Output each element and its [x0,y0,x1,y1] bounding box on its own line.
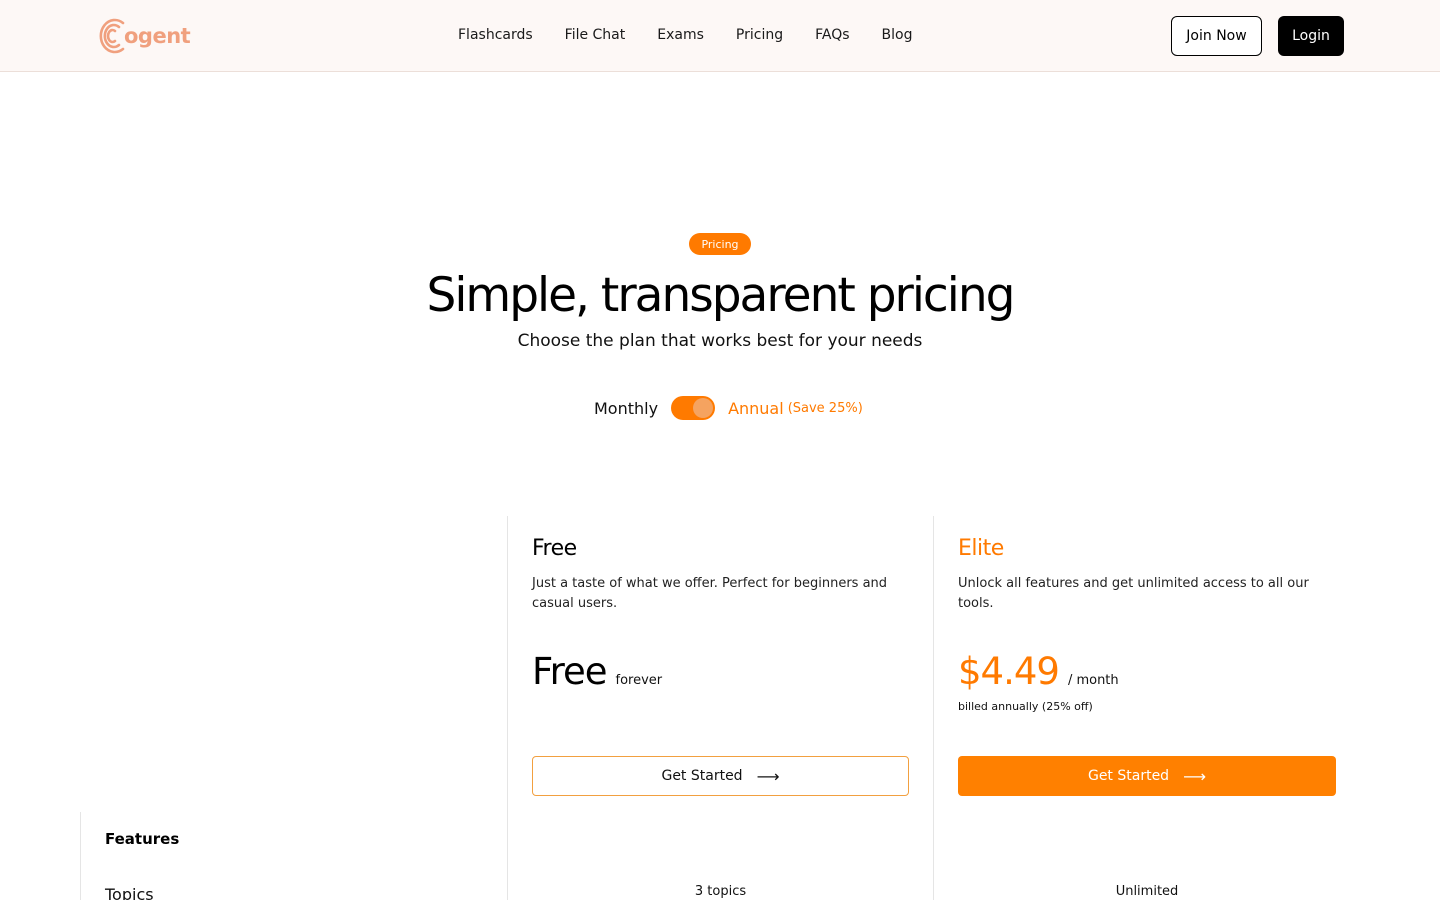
arrow-right-icon: ⟶ [756,766,780,786]
feature-row-topics: Topics [105,885,154,900]
plan-price-unit: forever [615,673,663,688]
logo-text: ogent [124,24,191,48]
cta-label: Get Started [1087,768,1170,784]
column-divider [933,516,934,900]
login-button[interactable]: Login [1278,16,1344,56]
features-heading: Features [105,830,180,848]
page-subtitle: Choose the plan that works best for your… [517,331,923,351]
cta-label: Get Started [661,768,743,784]
nav-flashcards[interactable]: Flashcards [458,26,533,44]
annual-save-note: (Save 25%) [787,400,863,416]
plan-name: Free [532,536,577,561]
billing-note: billed annually (25% off) [958,700,1093,713]
plan-price: $4.49 [958,650,1060,693]
plan-description: Unlock all features and get unlimited ac… [958,576,1309,611]
plan-name: Elite [958,536,1004,561]
arrow-right-icon: ⟶ [1183,766,1207,786]
billing-toggle[interactable] [671,396,716,420]
nav-pricing[interactable]: Pricing [736,26,783,44]
plan-price: Free [532,650,608,693]
plan-price-row: $4.49 / month [958,650,1119,694]
nav-file-chat[interactable]: File Chat [565,26,626,44]
site-header: ogent Flashcards File Chat Exams Pricing… [0,0,1440,72]
monthly-label[interactable]: Monthly [594,399,658,418]
join-now-button[interactable]: Join Now [1171,16,1262,56]
annual-label[interactable]: Annual [728,399,784,418]
column-divider [507,516,508,900]
features-divider [80,812,81,900]
nav-faqs[interactable]: FAQs [815,26,849,44]
topics-value: 3 topics [694,884,747,899]
plan-price-unit: / month [1067,673,1119,688]
logo[interactable]: ogent [95,16,191,56]
pricing-badge: Pricing [689,233,751,255]
page-title: Simple, transparent pricing [426,268,1016,323]
plan-free: Free Just a taste of what we offer. Perf… [532,516,909,900]
get-started-elite-button[interactable]: Get Started ⟶ [958,756,1336,796]
nav-exams[interactable]: Exams [657,26,704,44]
topics-value: Unlimited [1115,884,1179,899]
get-started-free-button[interactable]: Get Started ⟶ [532,756,909,796]
cogent-logo-icon [99,18,125,54]
plan-price-row: Free forever [532,650,662,694]
plan-elite: Elite Unlock all features and get unlimi… [958,516,1336,900]
main-nav: Flashcards File Chat Exams Pricing FAQs … [458,26,944,44]
nav-blog[interactable]: Blog [882,26,913,44]
billing-toggle-row: Monthly Annual (Save 25%) [594,396,863,420]
toggle-knob [693,398,714,418]
plan-description: Just a taste of what we offer. Perfect f… [532,576,888,611]
